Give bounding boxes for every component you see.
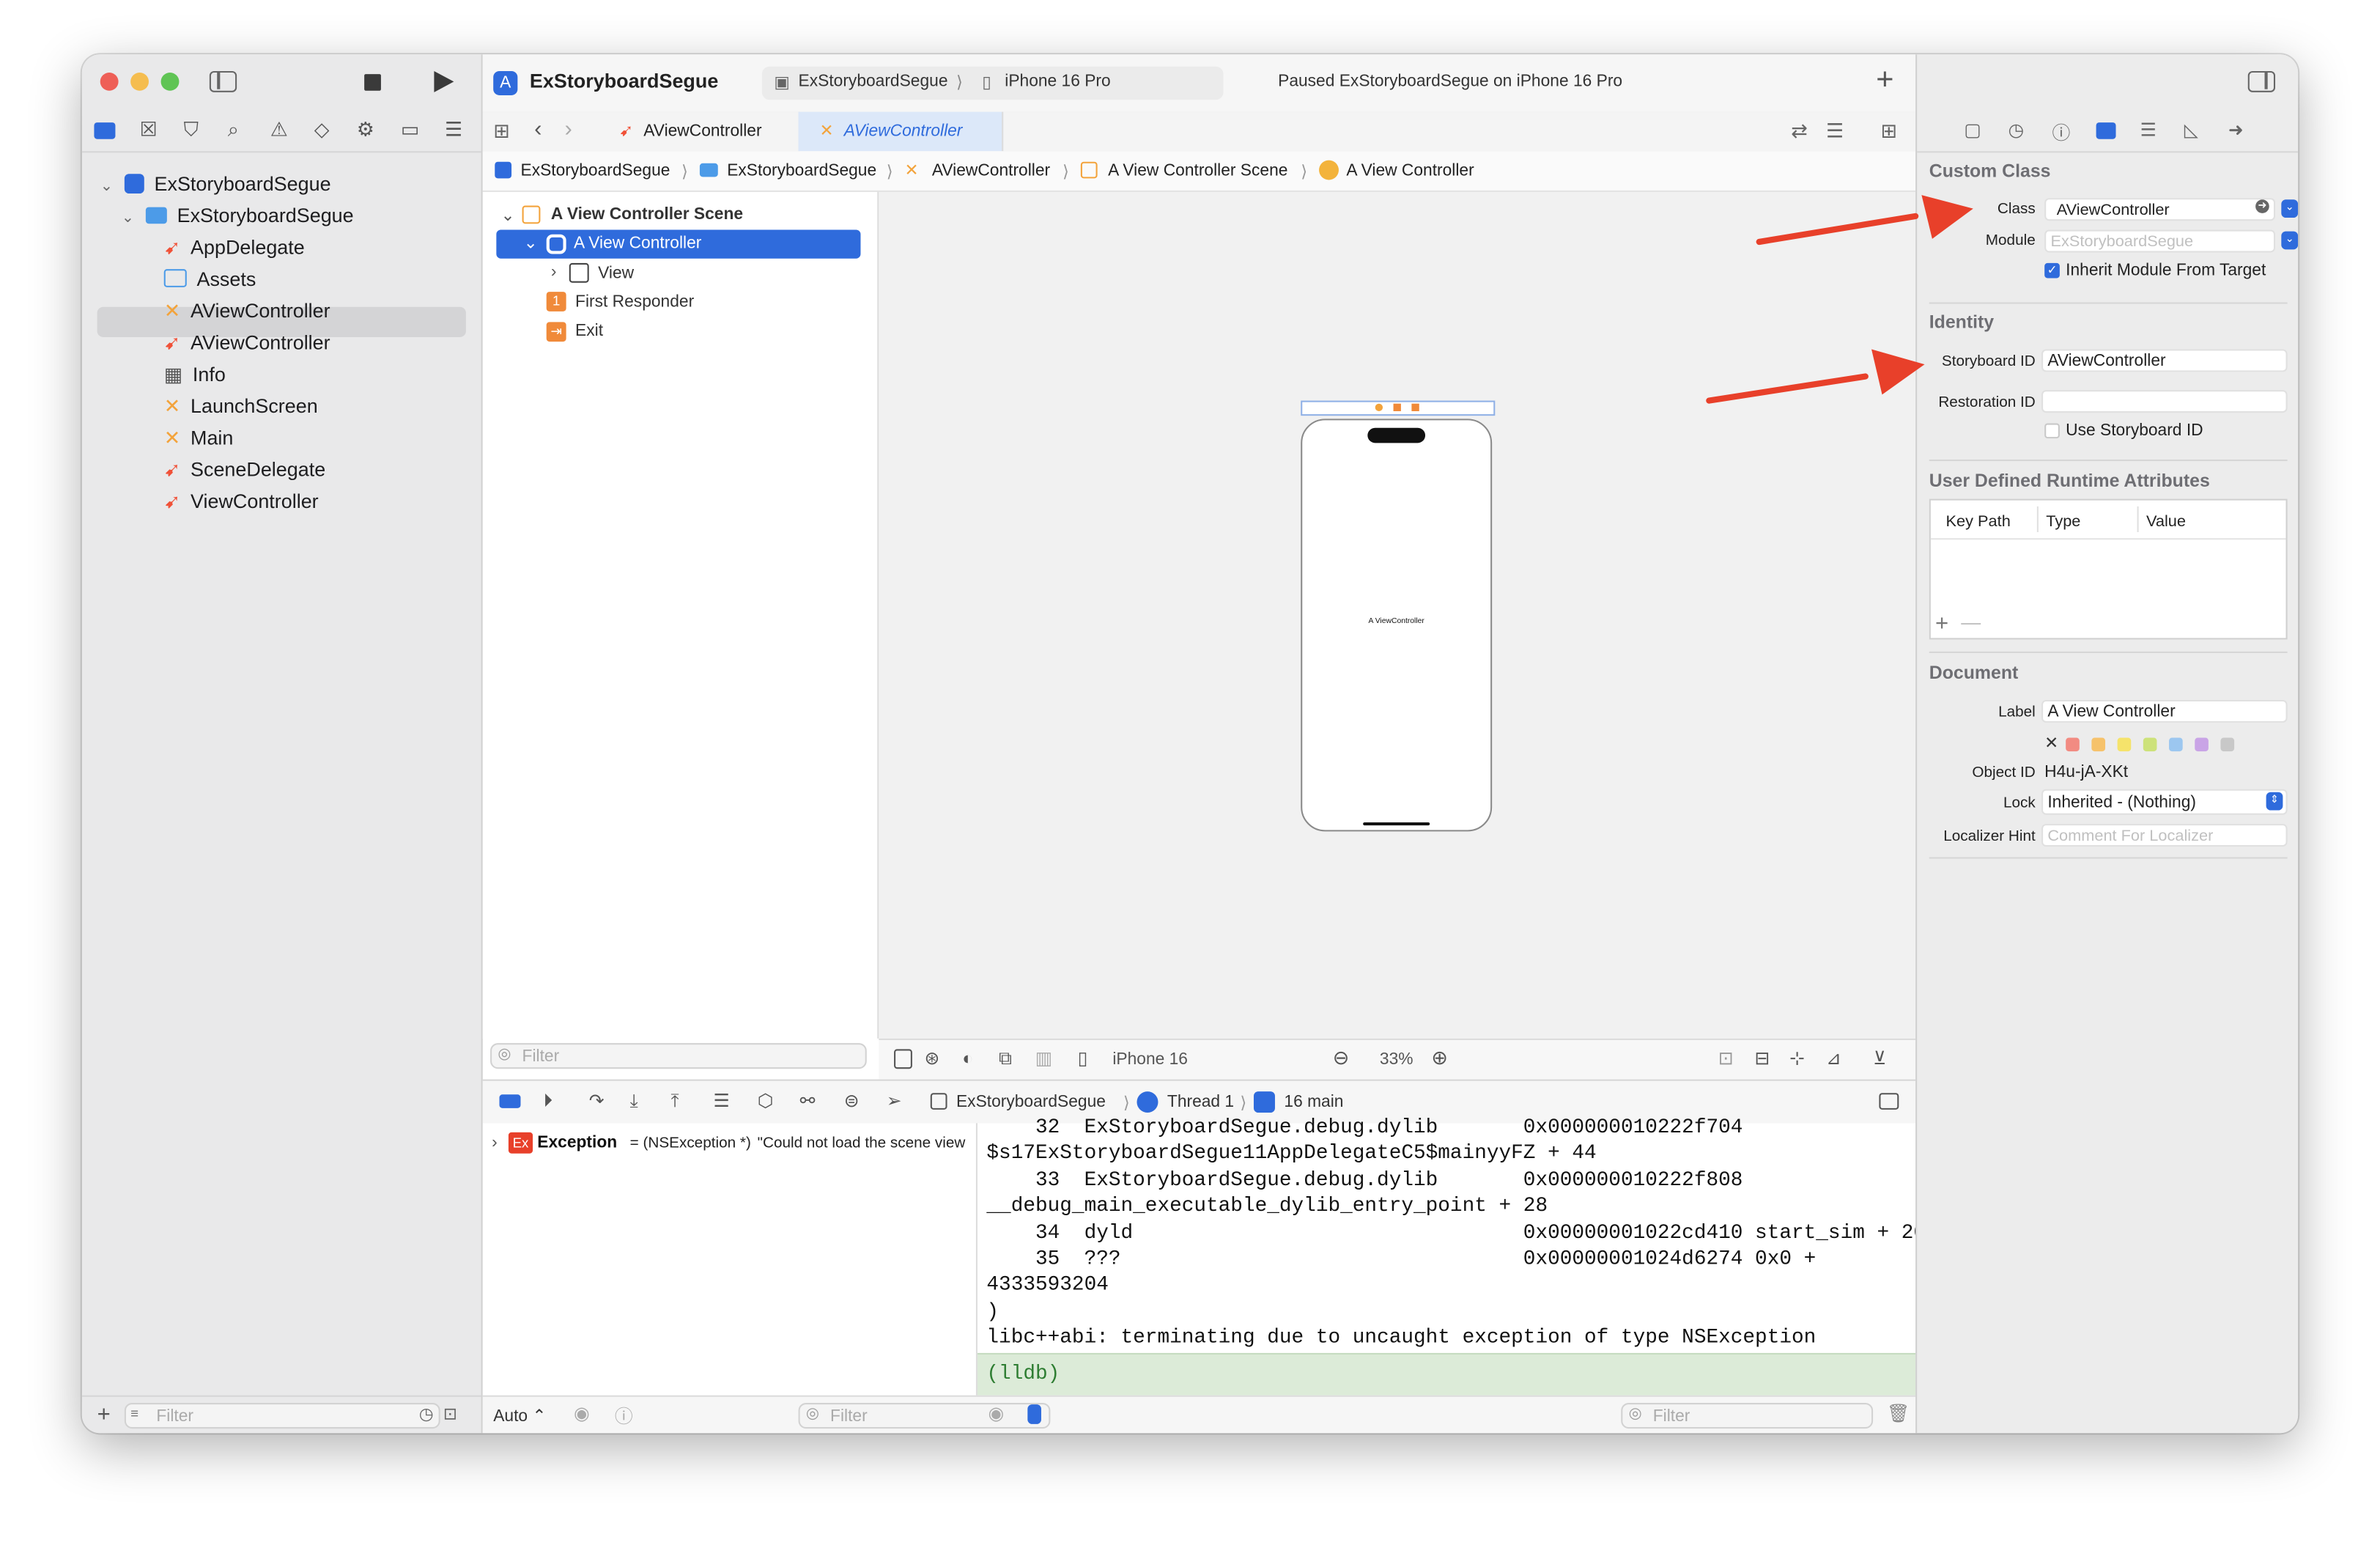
arrow-to-storyboard-id-field	[1706, 349, 1925, 404]
arrow-to-class-field	[1756, 195, 1973, 246]
annotation-arrows	[1706, 195, 1973, 404]
